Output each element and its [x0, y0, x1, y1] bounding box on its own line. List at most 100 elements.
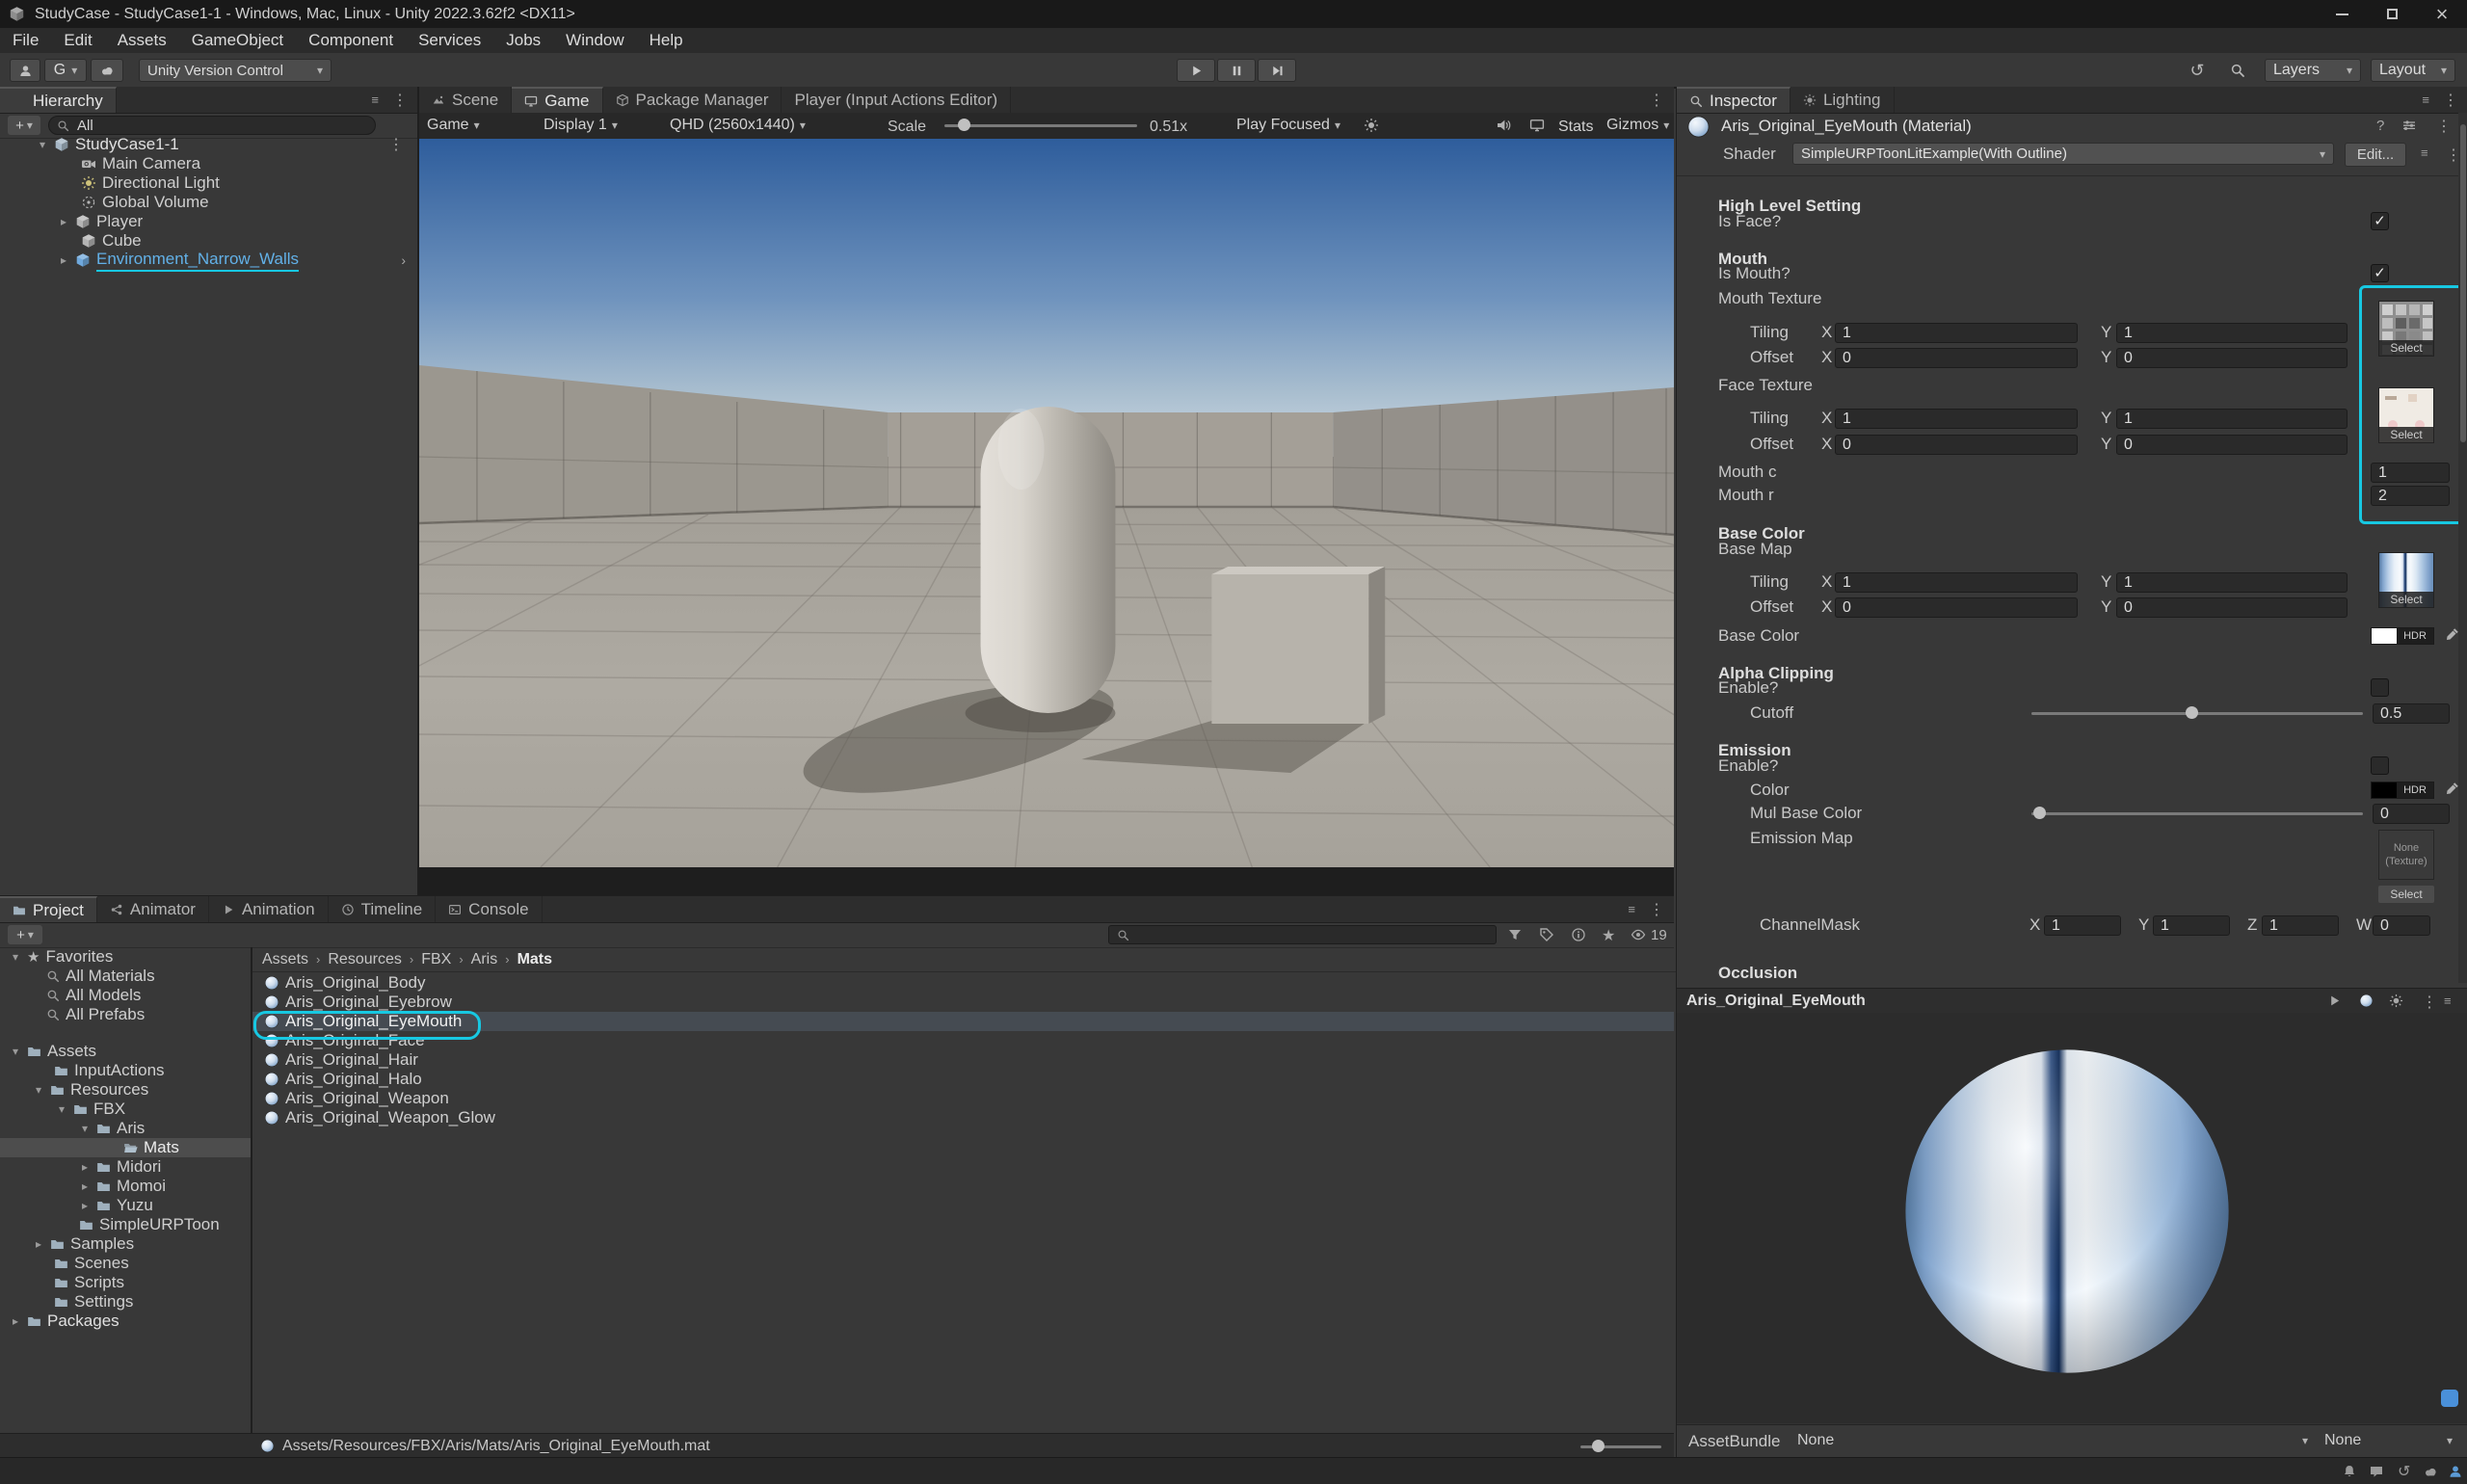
select-texture-button[interactable]: Select — [2379, 592, 2433, 607]
channel-mask-z-field[interactable]: 1 — [2262, 915, 2339, 936]
tab-scene[interactable]: Scene — [419, 87, 512, 113]
hierarchy-search-input[interactable] — [75, 117, 367, 135]
metrics-icon[interactable] — [1529, 118, 1545, 133]
scrollbar-thumb[interactable] — [2460, 124, 2466, 442]
menu-gameobject[interactable]: GameObject — [179, 31, 296, 50]
base-map-thumbnail[interactable]: Select — [2378, 552, 2434, 608]
tree-inputactions[interactable]: InputActions — [0, 1061, 251, 1080]
preview-play-icon[interactable] — [2327, 994, 2342, 1008]
emission-enable-checkbox[interactable] — [2371, 756, 2389, 775]
breadcrumb-resources[interactable]: Resources — [328, 951, 401, 968]
channel-mask-w-field[interactable]: 0 — [2373, 915, 2430, 936]
menu-assets[interactable]: Assets — [105, 31, 179, 50]
kebab-icon[interactable]: ⋮ — [2436, 117, 2452, 136]
panel-menu-icon[interactable]: ≡ — [2422, 93, 2429, 106]
menu-file[interactable]: File — [0, 31, 51, 50]
file-aris-original-face[interactable]: Aris_Original_Face — [252, 1031, 1674, 1050]
project-search[interactable] — [1108, 925, 1497, 944]
file-aris-original-eyebrow[interactable]: Aris_Original_Eyebrow — [252, 993, 1674, 1012]
tree-assets[interactable]: ▾ Assets — [0, 1042, 251, 1061]
tree-mats-selected[interactable]: Mats — [0, 1138, 251, 1157]
tree-momoi[interactable]: ▸ Momoi — [0, 1177, 251, 1196]
hierarchy-item-main-camera[interactable]: Main Camera — [0, 154, 417, 173]
is-mouth-checkbox[interactable]: ✓ — [2371, 264, 2389, 282]
close-button[interactable]: × — [2417, 0, 2467, 28]
cutoff-slider[interactable] — [2031, 703, 2363, 723]
account-button[interactable] — [10, 59, 40, 82]
prefab-open-arrow-icon[interactable]: › — [401, 252, 417, 268]
mouth-offset-y-field[interactable]: 0 — [2116, 348, 2348, 368]
channel-mask-y-field[interactable]: 1 — [2153, 915, 2230, 936]
kebab-icon[interactable]: ⋮ — [2443, 91, 2458, 110]
base-offset-x-field[interactable]: 0 — [1835, 597, 2078, 618]
console-message-icon[interactable] — [2369, 1464, 2384, 1479]
breadcrumb-fbx[interactable]: FBX — [421, 951, 451, 968]
tab-inspector[interactable]: Inspector — [1677, 87, 1791, 113]
file-aris-original-hair[interactable]: Aris_Original_Hair — [252, 1050, 1674, 1070]
hierarchy-item-directional-light[interactable]: Directional Light — [0, 173, 417, 193]
minimize-button[interactable] — [2317, 0, 2367, 28]
hierarchy-item-cube[interactable]: Cube — [0, 231, 417, 251]
mouth-texture-thumbnail[interactable]: Select — [2378, 301, 2434, 357]
tree-aris[interactable]: ▾ Aris — [0, 1119, 251, 1138]
game-render[interactable] — [419, 139, 1674, 867]
inspector-scrollbar[interactable] — [2458, 113, 2467, 983]
cloud-button[interactable] — [91, 59, 123, 82]
face-texture-thumbnail[interactable]: Select — [2378, 387, 2434, 443]
face-tiling-x-field[interactable]: 1 — [1835, 409, 2078, 429]
preview-sphere-icon[interactable] — [2359, 994, 2374, 1008]
tree-simpleurptoon[interactable]: SimpleURPToon — [0, 1215, 251, 1234]
base-offset-y-field[interactable]: 0 — [2116, 597, 2348, 618]
kebab-icon[interactable]: ⋮ — [2422, 993, 2437, 1012]
menu-jobs[interactable]: Jobs — [493, 31, 553, 50]
tree-yuzu[interactable]: ▸ Yuzu — [0, 1196, 251, 1215]
game-mode-dropdown[interactable]: Game▾ — [427, 117, 480, 134]
create-asset-button[interactable]: +▾ — [8, 925, 42, 944]
account-initial-button[interactable]: G▾ — [44, 59, 87, 82]
tree-packages[interactable]: ▸ Packages — [0, 1312, 251, 1331]
shader-menu-icon[interactable]: ≡ — [2421, 146, 2428, 159]
hierarchy-item-environment-narrow-walls[interactable]: ▸ Environment_Narrow_Walls › — [0, 251, 417, 270]
assetbundle-dropdown[interactable]: None▾ — [1797, 1432, 2308, 1449]
face-offset-x-field[interactable]: 0 — [1835, 435, 2078, 455]
face-tiling-y-field[interactable]: 1 — [2116, 409, 2348, 429]
tab-animation[interactable]: Animation — [209, 896, 329, 922]
kebab-icon[interactable]: ⋮ — [392, 91, 408, 110]
mouth-tiling-x-field[interactable]: 1 — [1835, 323, 2078, 343]
emission-map-none-box[interactable]: None(Texture) — [2378, 830, 2434, 880]
hidden-count-eye-icon[interactable] — [1631, 927, 1646, 942]
help-icon[interactable]: ? — [2376, 118, 2384, 134]
file-aris-original-body[interactable]: Aris_Original_Body — [252, 973, 1674, 993]
maximize-button[interactable] — [2367, 0, 2417, 28]
file-aris-original-weapon[interactable]: Aris_Original_Weapon — [252, 1089, 1674, 1108]
hierarchy-scene-row[interactable]: ▾ StudyCase1-1 ⋮ — [0, 135, 417, 154]
info-icon[interactable] — [1571, 927, 1586, 942]
tab-game[interactable]: Game — [512, 87, 602, 113]
project-search-input[interactable] — [1135, 926, 1488, 944]
mouth-tiling-y-field[interactable]: 1 — [2116, 323, 2348, 343]
select-texture-button[interactable]: Select — [2379, 340, 2433, 356]
material-preview-render[interactable] — [1677, 1013, 2467, 1424]
base-tiling-y-field[interactable]: 1 — [2116, 572, 2348, 593]
search-by-label-icon[interactable] — [1539, 927, 1554, 942]
menu-edit[interactable]: Edit — [51, 31, 104, 50]
file-aris-original-eyemouth-selected[interactable]: Aris_Original_EyeMouth — [252, 1012, 1674, 1031]
search-by-type-icon[interactable] — [1507, 927, 1523, 942]
mul-base-color-field[interactable]: 0 — [2373, 804, 2450, 824]
menu-icon[interactable]: ≡ — [2444, 994, 2452, 1007]
breadcrumb-aris[interactable]: Aris — [471, 951, 498, 968]
emission-map-select-button[interactable]: Select — [2378, 886, 2434, 903]
tab-console[interactable]: Console — [436, 896, 542, 922]
shader-edit-button[interactable]: Edit... — [2345, 143, 2406, 167]
mute-audio-icon[interactable] — [1496, 118, 1511, 133]
mul-base-color-slider[interactable] — [2031, 804, 2363, 823]
undo-history-button[interactable]: ↺ — [2182, 59, 2213, 82]
cutoff-field[interactable]: 0.5 — [2373, 703, 2450, 724]
tab-player-input-actions[interactable]: Player (Input Actions Editor) — [782, 87, 1011, 113]
channel-mask-x-field[interactable]: 1 — [2044, 915, 2121, 936]
scene-kebab-icon[interactable]: ⋮ — [388, 135, 417, 154]
add-gameobject-button[interactable]: +▾ — [8, 116, 40, 135]
menu-services[interactable]: Services — [406, 31, 493, 50]
step-button[interactable] — [1258, 59, 1296, 82]
hierarchy-item-player[interactable]: ▸ Player — [0, 212, 417, 231]
